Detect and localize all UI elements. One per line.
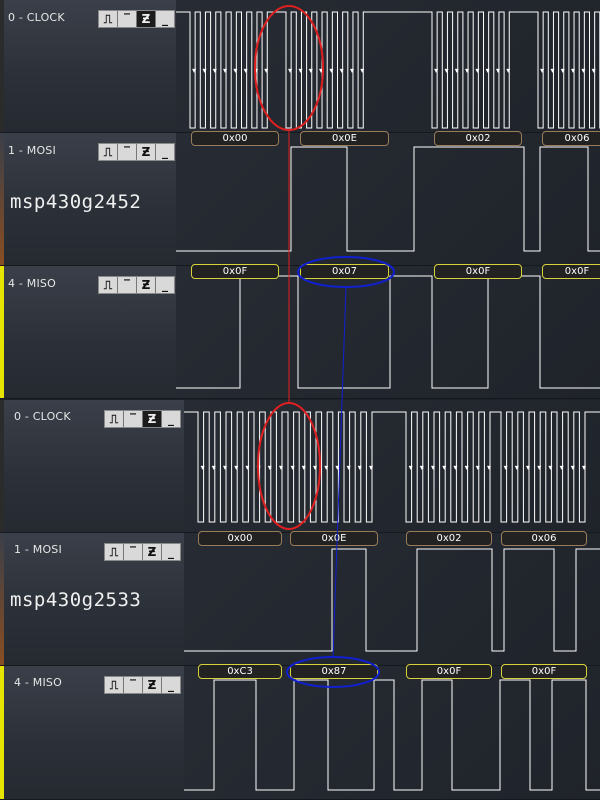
falling-edge-trigger-icon[interactable]: Ƶ [143, 544, 162, 560]
decode-label[interactable]: 0x00 [191, 131, 279, 146]
signal-trace [176, 275, 600, 389]
clock-waveform: ▾▾▾▾▾▾▾▾▾▾▾▾▾▾▾▾▾▾▾▾▾▾▾▾▾▾▾▾▾▾▾▾ [176, 11, 600, 129]
channel-name: 0 - CLOCK [8, 11, 65, 24]
decode-label[interactable]: 0x0F [191, 264, 279, 279]
rising-edge-trigger-icon[interactable]: ⎍ [105, 677, 124, 693]
decode-label[interactable]: 0x0F [542, 264, 600, 279]
channel-name: 1 - MOSI [14, 543, 62, 556]
miso-waveform-plot: 0x0F 0x07 0x0F 0x0F [176, 264, 600, 399]
rising-edge-trigger-icon[interactable]: ⎍ [105, 544, 124, 560]
low-level-trigger-icon[interactable]: _ [162, 411, 180, 427]
high-level-trigger-icon[interactable]: ‾ [118, 144, 137, 160]
high-level-trigger-icon[interactable]: ‾ [118, 277, 137, 293]
decode-label[interactable]: 0x0F [501, 664, 587, 679]
decode-label[interactable]: 0x07 [300, 264, 389, 279]
channel-color-strip [0, 400, 4, 532]
decode-label[interactable]: 0x0F [406, 664, 492, 679]
decode-label[interactable]: 0x87 [290, 664, 378, 679]
decode-label[interactable]: 0x06 [542, 131, 600, 146]
channel-name: 4 - MISO [14, 676, 62, 689]
high-level-trigger-icon[interactable]: ‾ [124, 544, 143, 560]
decode-label[interactable]: 0x00 [198, 531, 282, 546]
decode-label[interactable]: 0xC3 [198, 664, 282, 679]
rising-edge-trigger-icon[interactable]: ⎍ [99, 277, 118, 293]
mosi-waveform-plot: 0x00 0x0E 0x02 0x06 [184, 531, 600, 666]
trigger-buttons: ⎍ ‾ Ƶ _ [98, 10, 175, 28]
falling-edge-trigger-icon[interactable]: Ƶ [137, 11, 156, 27]
channel-label-panel: 0 - CLOCK ⎍ ‾ Ƶ _ [0, 0, 176, 133]
signal-trace [176, 146, 600, 252]
mosi-waveform-plot: 0x00 0x0E 0x02 0x06 [176, 131, 600, 266]
low-level-trigger-icon[interactable]: _ [156, 144, 174, 160]
clock-waveform-plot: ▾▾▾▾▾▾▾▾▾▾▾▾▾▾▾▾▾▾▾▾▾▾▾▾▾▾▾▾▾▾▾▾ [176, 0, 600, 133]
channel-label-panel: 0 - CLOCK ⎍ ‾ Ƶ _ [0, 400, 184, 533]
channel-row-miso-1: 4 - MISO ⎍ ‾ Ƶ _ 0x0F 0x07 0x0F 0x0F [0, 264, 600, 399]
channel-name: 1 - MOSI [8, 144, 56, 157]
miso-waveform [176, 275, 600, 389]
chip-label: msp430g2452 [10, 191, 142, 213]
trigger-buttons: ⎍ ‾ Ƶ _ [104, 410, 181, 428]
signal-trace [184, 548, 600, 652]
high-level-trigger-icon[interactable]: ‾ [124, 411, 143, 427]
channel-row-clock-1: 0 - CLOCK ⎍ ‾ Ƶ _ ▾ ▾ ▾ ▾ ▾ ▾ ▾ ▾ ▾ ▾ ▾ ▾ ▾ ▾ ▾ ▾ ▾ ▾ ▾ ▾ ▾ ▾… [0, 0, 600, 133]
clock-waveform-plot: ▾▾▾▾▾▾▾▾▾▾▾▾▾▾▾▾▾▾▾▾▾▾▾▾▾▾▾▾▾▾▾▾ [184, 400, 600, 533]
channel-label-panel: 1 - MOSI ⎍ ‾ Ƶ _ msp430g2452 [0, 133, 176, 266]
mosi-waveform [184, 548, 600, 652]
channel-name: 0 - CLOCK [14, 410, 71, 423]
falling-edge-trigger-icon[interactable]: Ƶ [137, 277, 156, 293]
channel-label-panel: 4 - MISO ⎍ ‾ Ƶ _ [0, 266, 176, 399]
channel-color-strip [0, 266, 4, 398]
falling-edge-trigger-icon[interactable]: Ƶ [137, 144, 156, 160]
mosi-waveform [176, 146, 600, 252]
channel-color-strip [0, 533, 4, 665]
miso-waveform-plot: 0xC3 0x87 0x0F 0x0F [184, 664, 600, 800]
decode-label[interactable]: 0x02 [434, 131, 522, 146]
low-level-trigger-icon[interactable]: _ [162, 677, 180, 693]
clock-waveform: ▾▾▾▾▾▾▾▾▾▾▾▾▾▾▾▾▾▾▾▾▾▾▾▾▾▾▾▾▾▾▾▾ [184, 411, 600, 523]
trigger-buttons: ⎍ ‾ Ƶ _ [98, 276, 175, 294]
decode-label[interactable]: 0x0F [434, 264, 522, 279]
channel-color-strip [0, 133, 4, 265]
falling-edge-trigger-icon[interactable]: Ƶ [143, 677, 162, 693]
channel-label-panel: 1 - MOSI ⎍ ‾ Ƶ _ msp430g2533 [0, 533, 184, 666]
trigger-buttons: ⎍ ‾ Ƶ _ [104, 543, 181, 561]
channel-row-mosi-2: 1 - MOSI ⎍ ‾ Ƶ _ msp430g2533 0x00 0x0E 0… [0, 531, 600, 666]
decode-label[interactable]: 0x0E [300, 131, 389, 146]
signal-trace [184, 679, 600, 791]
miso-waveform [184, 679, 600, 791]
low-level-trigger-icon[interactable]: _ [162, 544, 180, 560]
rising-edge-trigger-icon[interactable]: ⎍ [99, 144, 118, 160]
channel-color-strip [0, 0, 4, 132]
channel-row-mosi-1: 1 - MOSI ⎍ ‾ Ƶ _ msp430g2452 0x00 0x0E 0… [0, 131, 600, 266]
decode-label[interactable]: 0x06 [501, 531, 587, 546]
low-level-trigger-icon[interactable]: _ [156, 277, 174, 293]
falling-edge-trigger-icon[interactable]: Ƶ [143, 411, 162, 427]
channel-label-panel: 4 - MISO ⎍ ‾ Ƶ _ [0, 666, 184, 800]
channel-row-clock-2: 0 - CLOCK ⎍ ‾ Ƶ _ ▾ ▾ ▾ ▾ ▾ ▾ ▾ ▾ ▾ ▾ ▾ ▾ ▾ ▾ ▾ ▾ ▾ ▾ ▾ ▾ ▾ ▾… [0, 400, 600, 533]
clock-trace [176, 11, 600, 129]
channel-row-miso-2: 4 - MISO ⎍ ‾ Ƶ _ 0xC3 0x87 0x0F 0x0F [0, 664, 600, 800]
chip-label: msp430g2533 [10, 589, 142, 611]
trigger-buttons: ⎍ ‾ Ƶ _ [104, 676, 181, 694]
channel-color-strip [0, 666, 4, 799]
rising-edge-trigger-icon[interactable]: ⎍ [105, 411, 124, 427]
trigger-buttons: ⎍ ‾ Ƶ _ [98, 143, 175, 161]
rising-edge-trigger-icon[interactable]: ⎍ [99, 11, 118, 27]
low-level-trigger-icon[interactable]: _ [156, 11, 174, 27]
decode-label[interactable]: 0x02 [406, 531, 492, 546]
high-level-trigger-icon[interactable]: ‾ [124, 677, 143, 693]
decode-label[interactable]: 0x0E [290, 531, 378, 546]
high-level-trigger-icon[interactable]: ‾ [118, 11, 137, 27]
channel-name: 4 - MISO [8, 277, 56, 290]
